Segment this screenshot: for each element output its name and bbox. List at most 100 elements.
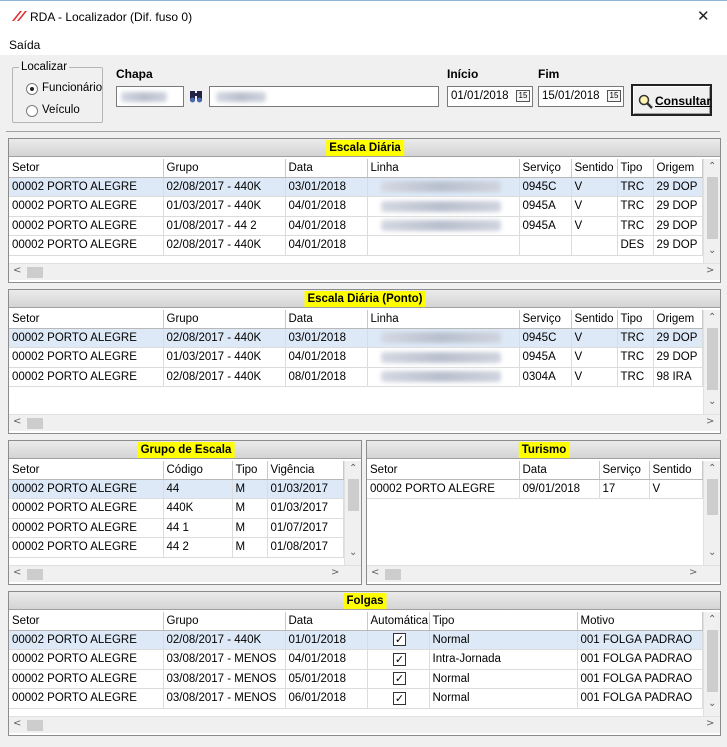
col-origem[interactable]: Origem — [653, 310, 703, 329]
escala-diaria-header: Escala Diária — [9, 139, 720, 157]
automatica-checkbox[interactable]: ✓ — [393, 672, 406, 686]
chapa-input[interactable] — [116, 86, 184, 107]
divider — [6, 131, 720, 132]
radio-veiculo[interactable] — [26, 105, 38, 117]
nome-field — [209, 86, 439, 107]
table-row[interactable]: 00002 PORTO ALEGRE 440K M 01/03/2017 — [9, 498, 344, 519]
col-setor[interactable]: Setor — [9, 159, 164, 178]
folgas-table: Setor Grupo Data Automática Tipo Motivo … — [9, 612, 703, 709]
col-setor[interactable]: Setor — [367, 461, 520, 480]
col-tipo[interactable]: Tipo — [232, 461, 268, 480]
horizontal-scrollbar[interactable]: < > — [9, 565, 361, 582]
col-servico[interactable]: Serviço — [519, 159, 572, 178]
radio-funcionario[interactable] — [26, 83, 38, 95]
vertical-scrollbar[interactable]: ⌃ ⌄ — [703, 461, 720, 565]
col-data[interactable]: Data — [285, 612, 368, 631]
col-grupo[interactable]: Grupo — [163, 612, 286, 631]
turismo-header: Turismo — [367, 441, 720, 459]
menu-saida[interactable]: Saída — [9, 38, 40, 52]
col-servico[interactable]: Serviço — [599, 461, 650, 480]
col-tipo[interactable]: Tipo — [617, 159, 654, 178]
col-sentido[interactable]: Sentido — [571, 310, 618, 329]
turismo-table: Setor Data Serviço Sentido 00002 PORTO A… — [367, 461, 703, 499]
col-servico[interactable]: Serviço — [519, 310, 572, 329]
vertical-scrollbar[interactable]: ⌃ ⌄ — [344, 461, 361, 565]
escala-diaria-panel: Escala Diária Setor Grupo Data Linha Ser… — [8, 138, 721, 283]
radio-veiculo-label: Veículo — [42, 104, 80, 116]
escala-diaria-title: Escala Diária — [326, 140, 404, 156]
col-motivo[interactable]: Motivo — [577, 612, 703, 631]
consultar-button[interactable]: Consultar — [631, 84, 712, 116]
automatica-checkbox[interactable]: ✓ — [393, 691, 406, 705]
vertical-scrollbar[interactable]: ⌃ ⌄ — [703, 310, 720, 414]
folgas-header: Folgas — [9, 592, 720, 610]
escala-diaria-table: Setor Grupo Data Linha Serviço Sentido T… — [9, 159, 703, 256]
table-row[interactable]: 00002 PORTO ALEGRE 03/08/2017 - MENOS 04/0… — [9, 649, 703, 670]
table-row[interactable]: 00002 PORTO ALEGRE 03/08/2017 - MENOS 06/0… — [9, 688, 703, 709]
col-grupo[interactable]: Grupo — [163, 310, 286, 329]
col-data[interactable]: Data — [519, 461, 600, 480]
col-tipo[interactable]: Tipo — [429, 612, 578, 631]
grupo-escala-panel: Grupo de Escala Setor Código Tipo Vigênc… — [8, 440, 362, 585]
fim-value: 15/01/2018 — [542, 90, 600, 102]
col-codigo[interactable]: Código — [163, 461, 233, 480]
table-row[interactable]: 00002 PORTO ALEGRE 09/01/2018 17 V — [367, 479, 703, 499]
close-button[interactable]: ✕ — [697, 7, 710, 25]
table-row[interactable]: 00002 PORTO ALEGRE 44 M 01/03/2017 — [9, 479, 344, 499]
escala-ponto-header: Escala Diária (Ponto) — [9, 290, 720, 308]
grupo-escala-table: Setor Código Tipo Vigência 00002 PORTO A… — [9, 461, 344, 558]
table-row[interactable]: 00002 PORTO ALEGRE 02/08/2017 - 440K 08/01… — [9, 367, 703, 387]
col-data[interactable]: Data — [285, 310, 368, 329]
turismo-panel: Turismo Setor Data Serviço Sentido 00002… — [366, 440, 721, 585]
escala-ponto-table: Setor Grupo Data Linha Serviço Sentido T… — [9, 310, 703, 387]
rda-logo-icon — [11, 10, 27, 25]
table-row[interactable]: 00002 PORTO ALEGRE 01/08/2017 - 44 2 04/01… — [9, 216, 703, 236]
table-row[interactable]: 00002 PORTO ALEGRE 44 2 M 01/08/2017 — [9, 537, 344, 558]
grupo-escala-title: Grupo de Escala — [137, 442, 235, 458]
table-row[interactable]: 00002 PORTO ALEGRE 02/08/2017 - 440K 03/01… — [9, 177, 703, 197]
col-data[interactable]: Data — [285, 159, 368, 178]
table-row[interactable]: 00002 PORTO ALEGRE 02/08/2017 - 440K 01/01… — [9, 630, 703, 650]
col-setor[interactable]: Setor — [9, 461, 164, 480]
col-tipo[interactable]: Tipo — [617, 310, 654, 329]
table-row[interactable]: 00002 PORTO ALEGRE 03/08/2017 - MENOS 05/0… — [9, 669, 703, 689]
folgas-title: Folgas — [343, 593, 387, 609]
horizontal-scrollbar[interactable]: < > — [9, 263, 720, 280]
col-linha[interactable]: Linha — [367, 310, 520, 329]
horizontal-scrollbar[interactable]: < > — [367, 565, 720, 582]
binoculars-icon[interactable] — [187, 88, 205, 105]
col-origem[interactable]: Origem — [653, 159, 703, 178]
col-setor[interactable]: Setor — [9, 310, 164, 329]
table-row[interactable]: 00002 PORTO ALEGRE 44 1 M 01/07/2017 — [9, 518, 344, 538]
window-title: RDA - Localizador (Dif. fuso 0) — [30, 10, 193, 24]
horizontal-scrollbar[interactable]: < > — [9, 414, 720, 431]
col-vigencia[interactable]: Vigência — [267, 461, 344, 480]
localizar-legend: Localizar — [19, 61, 70, 73]
vertical-scrollbar[interactable]: ⌃ ⌄ — [703, 159, 720, 263]
table-row[interactable]: 00002 PORTO ALEGRE 02/08/2017 - 440K 03/01… — [9, 328, 703, 348]
vertical-scrollbar[interactable]: ⌃ ⌄ — [703, 612, 720, 716]
table-row[interactable]: 00002 PORTO ALEGRE 02/08/2017 - 440K 04/01… — [9, 235, 703, 256]
radio-funcionario-label: Funcionário — [42, 82, 103, 94]
col-sentido[interactable]: Sentido — [571, 159, 618, 178]
col-sentido[interactable]: Sentido — [649, 461, 703, 480]
grupo-escala-header: Grupo de Escala — [9, 441, 361, 459]
calendar-icon[interactable]: 15 — [516, 90, 530, 102]
inicio-label: Início — [447, 67, 479, 81]
table-row[interactable]: 00002 PORTO ALEGRE 01/03/2017 - 440K 04/01… — [9, 196, 703, 217]
automatica-checkbox[interactable]: ✓ — [393, 652, 406, 666]
table-row[interactable]: 00002 PORTO ALEGRE 01/03/2017 - 440K 04/01… — [9, 347, 703, 368]
inicio-value: 01/01/2018 — [451, 90, 509, 102]
magnifier-icon — [638, 94, 653, 112]
horizontal-scrollbar[interactable]: < > — [9, 716, 720, 733]
col-linha[interactable]: Linha — [367, 159, 520, 178]
fim-date-input[interactable]: 15/01/2018 15 — [538, 86, 624, 107]
calendar-icon[interactable]: 15 — [607, 90, 621, 102]
col-grupo[interactable]: Grupo — [163, 159, 286, 178]
automatica-checkbox[interactable]: ✓ — [393, 633, 406, 647]
col-setor[interactable]: Setor — [9, 612, 164, 631]
escala-ponto-panel: Escala Diária (Ponto) Setor Grupo Data L… — [8, 289, 721, 434]
col-automatica[interactable]: Automática — [367, 612, 430, 631]
escala-ponto-title: Escala Diária (Ponto) — [304, 291, 426, 307]
inicio-date-input[interactable]: 01/01/2018 15 — [447, 86, 533, 107]
